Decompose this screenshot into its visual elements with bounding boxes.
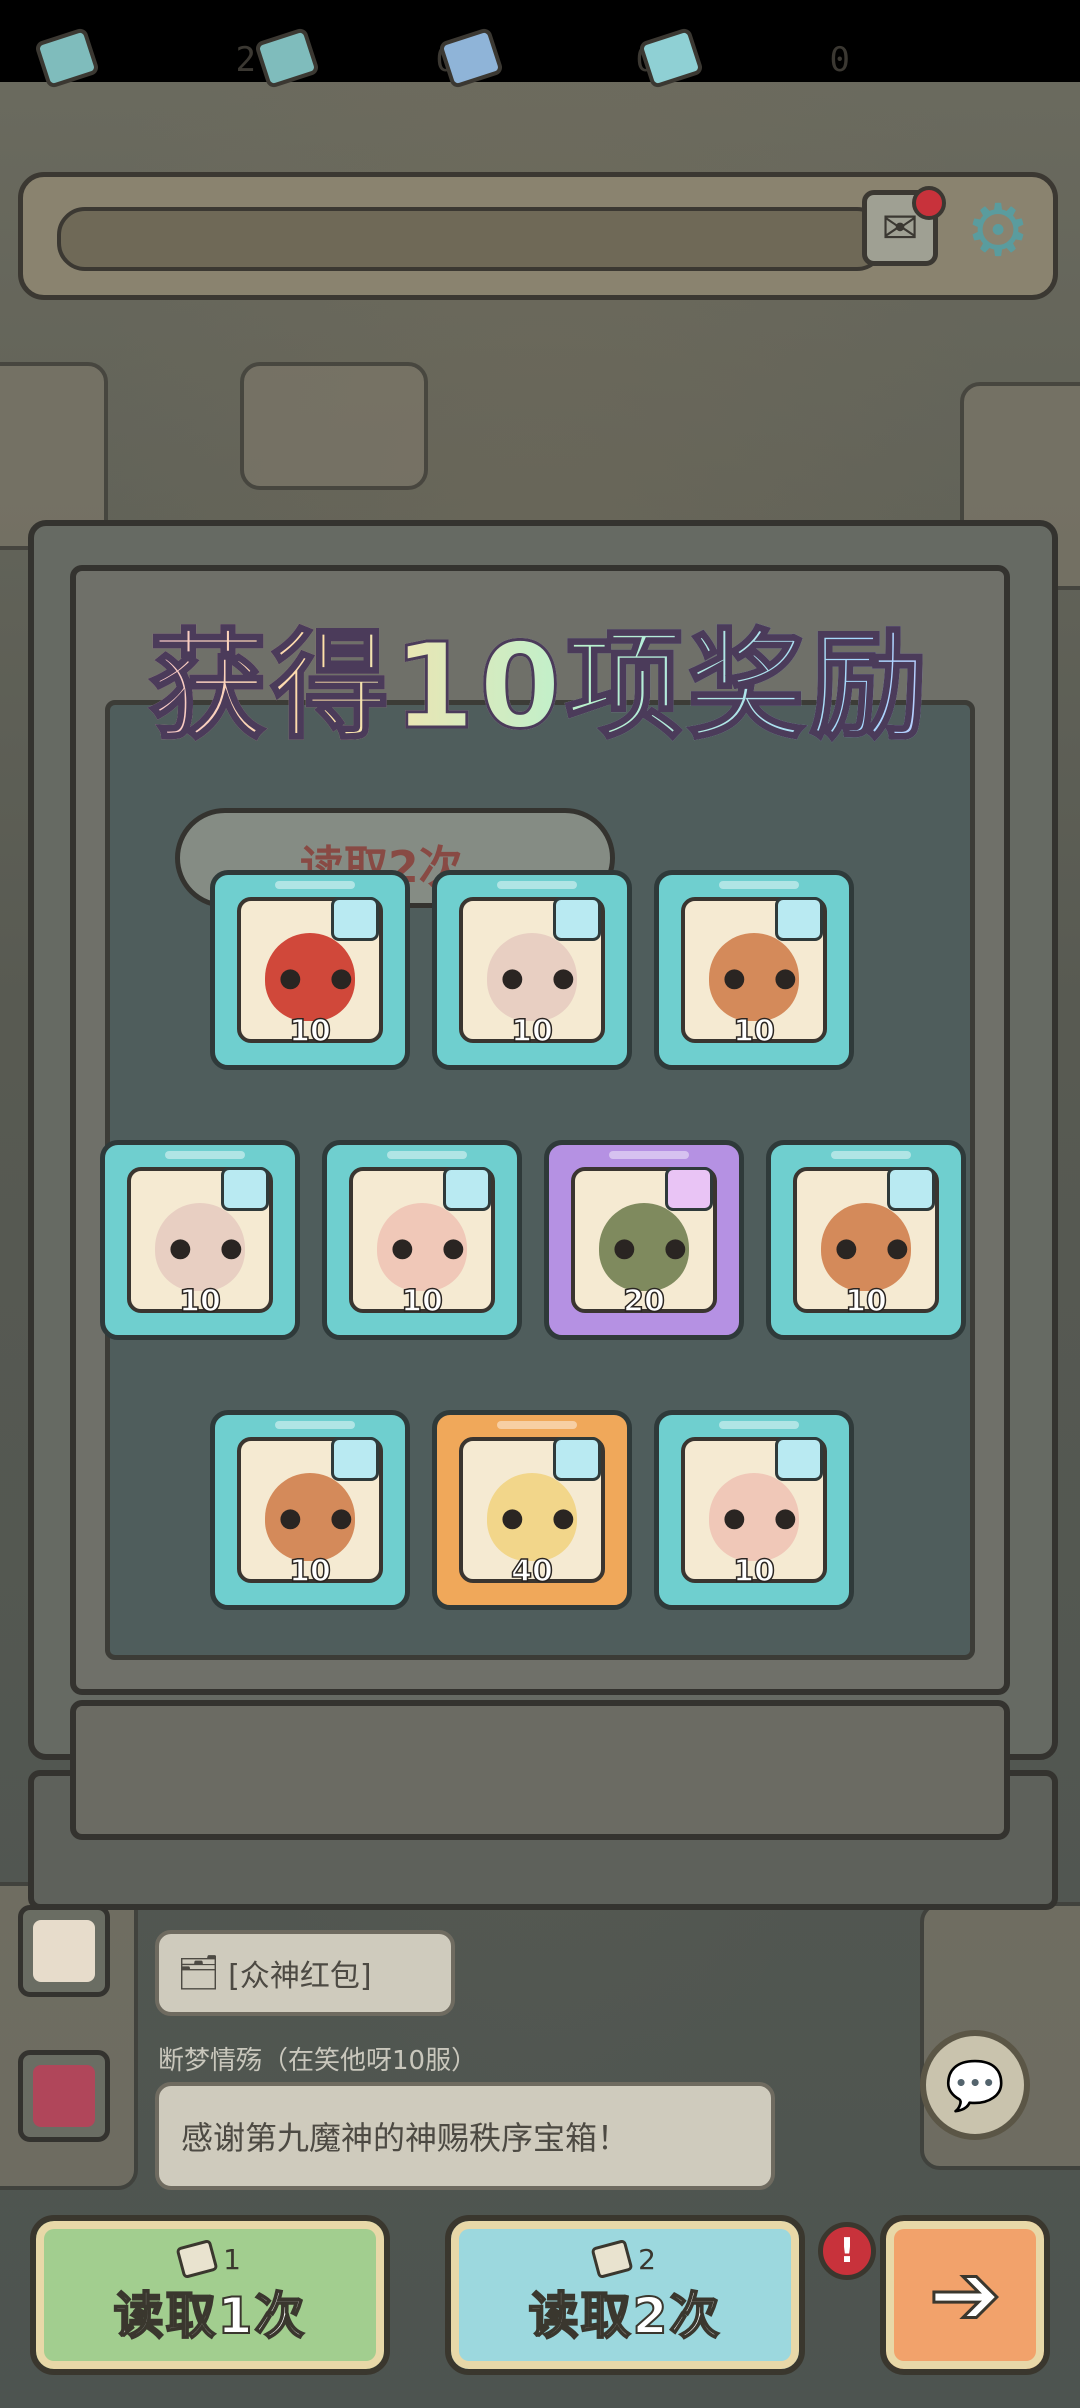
- resource-ticket-slot: [33, 26, 110, 92]
- red-packet-label: [众神红包]: [228, 1959, 372, 1994]
- read-twice-button[interactable]: 2 读取2次: [445, 2215, 805, 2375]
- reward-card[interactable]: ● ● 20: [544, 1140, 744, 1340]
- button-label: 读取1次: [113, 2286, 307, 2346]
- ticket-icon: [175, 2238, 219, 2280]
- reward-card[interactable]: ● ● 10: [322, 1140, 522, 1340]
- red-packet-message[interactable]: 🗂 [众神红包]: [155, 1930, 455, 2016]
- reward-card[interactable]: ● ● 10: [654, 870, 854, 1070]
- resource-count: 0: [829, 40, 850, 80]
- shard-icon: [665, 1167, 713, 1211]
- character-eyes: ● ●: [279, 1503, 363, 1533]
- reward-title: 获得10项奖励: [0, 590, 1080, 761]
- character-eyes: ● ●: [613, 1233, 697, 1263]
- cost-value: 1: [223, 2242, 241, 2276]
- red-packet-icon: 🗂: [177, 1953, 221, 1993]
- card-stripe: [165, 1151, 245, 1159]
- avatar[interactable]: [18, 1905, 110, 1997]
- reward-count: 10: [178, 1283, 221, 1320]
- reward-card[interactable]: ● ● 10: [100, 1140, 300, 1340]
- shard-icon: [331, 897, 379, 941]
- reward-card[interactable]: ● ● 10: [210, 1410, 410, 1610]
- resource-count: 2: [235, 40, 256, 80]
- character-eyes: ● ●: [391, 1233, 475, 1263]
- shard-icon: [221, 1167, 269, 1211]
- gear-icon: ⚙: [965, 188, 1031, 272]
- cost: 2: [590, 2238, 656, 2280]
- button-label: 读取2次: [528, 2286, 722, 2346]
- card-stripe: [387, 1151, 467, 1159]
- resource-counter: 0: [350, 26, 520, 92]
- resource-track: [57, 207, 885, 271]
- character-eyes: ● ●: [723, 963, 807, 993]
- character-eyes: ● ●: [723, 1503, 807, 1533]
- reward-count: 10: [288, 1553, 331, 1590]
- character-eyes: ● ●: [279, 963, 363, 993]
- card-stripe: [719, 1421, 799, 1429]
- avatar[interactable]: [18, 2050, 110, 2142]
- next-button[interactable]: ➔: [880, 2215, 1050, 2375]
- card-stripe: [609, 1151, 689, 1159]
- resource-counter: 0: [560, 26, 720, 92]
- chat-message: 感谢第九魔神的神赐秩序宝箱！: [155, 2082, 775, 2190]
- ticket-icon: [253, 26, 321, 90]
- shard-icon: [553, 897, 601, 941]
- shard-icon: [887, 1167, 935, 1211]
- character-eyes: ● ●: [835, 1233, 919, 1263]
- chat-nickname: 断梦情殇（在笑他呀10服）: [158, 2046, 478, 2076]
- ticket-icon: [590, 2238, 634, 2280]
- reward-card[interactable]: ● ● 10: [766, 1140, 966, 1340]
- reward-card[interactable]: ● ● 10: [654, 1410, 854, 1610]
- card-stripe: [275, 881, 355, 889]
- reward-card[interactable]: ● ● 10: [210, 870, 410, 1070]
- reward-count: 10: [510, 1013, 553, 1050]
- card-stripe: [497, 881, 577, 889]
- character-eyes: ● ●: [501, 1503, 585, 1533]
- reward-count: 10: [288, 1013, 331, 1050]
- notification-dot: [912, 186, 946, 220]
- cost-value: 2: [638, 2242, 656, 2276]
- reward-count: 40: [510, 1553, 553, 1590]
- card-stripe: [831, 1151, 911, 1159]
- card-stripe: [275, 1421, 355, 1429]
- alert-badge: !: [818, 2222, 876, 2280]
- resource-counter: 2: [150, 26, 321, 92]
- card-stripe: [719, 881, 799, 889]
- reward-count: 10: [844, 1283, 887, 1320]
- card-stripe: [497, 1421, 577, 1429]
- character-eyes: ● ●: [501, 963, 585, 993]
- reward-count: 10: [400, 1283, 443, 1320]
- reward-count: 10: [732, 1013, 775, 1050]
- character-eyes: ● ●: [169, 1233, 253, 1263]
- reward-card[interactable]: ● ● 10: [432, 870, 632, 1070]
- shard-icon: [775, 1437, 823, 1481]
- reward-count: 10: [732, 1553, 775, 1590]
- machine-tray: [70, 1700, 1010, 1840]
- read-once-button[interactable]: 1 读取1次: [30, 2215, 390, 2375]
- shard-icon: [331, 1437, 379, 1481]
- reward-count: 20: [622, 1283, 665, 1320]
- shard-icon: [553, 1437, 601, 1481]
- shard-icon: [443, 1167, 491, 1211]
- cost: 1: [175, 2238, 241, 2280]
- resource-counter: 0: [760, 32, 850, 92]
- reward-card[interactable]: ● ● 40: [432, 1410, 632, 1610]
- shard-icon: [775, 897, 823, 941]
- arrow-right-icon: ➔: [927, 2244, 1002, 2347]
- chat-button[interactable]: 💬: [920, 2030, 1030, 2140]
- speech-bubble-icon: 💬: [945, 2057, 1005, 2114]
- ticket-icon: [33, 26, 101, 90]
- chat-message-text: 感谢第九魔神的神赐秩序宝箱！: [181, 2119, 630, 2157]
- settings-button[interactable]: ⚙: [958, 188, 1038, 272]
